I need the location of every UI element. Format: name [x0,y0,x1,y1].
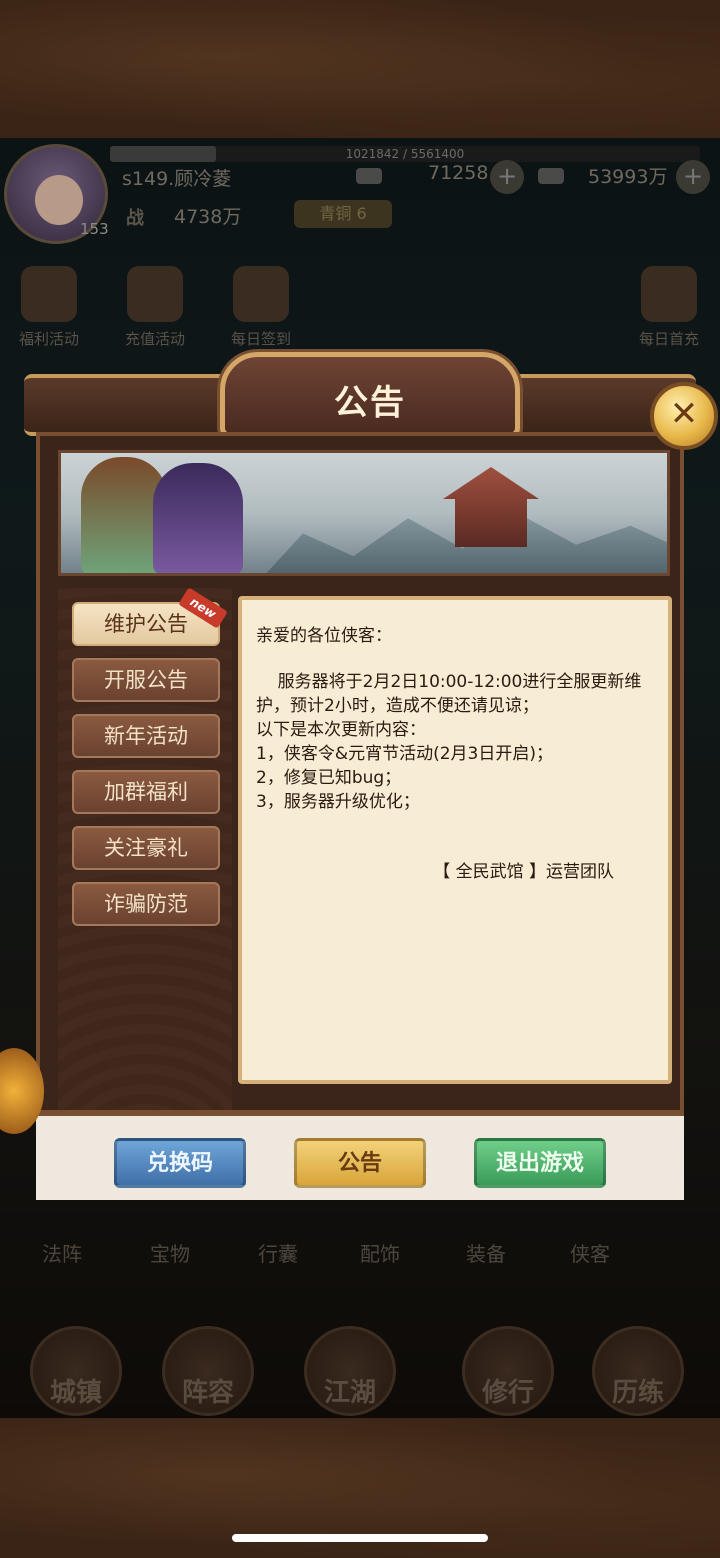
add-gold-button[interactable]: + [676,160,710,194]
home-indicator[interactable] [232,1534,488,1542]
welfare-icon [21,266,77,322]
tab-fraud-prevention[interactable]: 诈骗防范 [72,882,220,926]
game-screen: 153 1021842 / 5561400 s149.顾冷菱 71258 + 5… [0,0,720,1558]
signin-icon [233,266,289,322]
power-value: 4738万 [174,206,242,228]
dialog-body: 维护公告 new 开服公告 新年活动 加群福利 关注豪礼 诈骗防范 亲爱的各位侠… [36,432,684,1200]
avatar-face [35,175,83,225]
announcement-tabs: 维护公告 new 开服公告 新年活动 加群福利 关注豪礼 诈骗防范 [58,587,232,1184]
tab-new-year[interactable]: 新年活动 [72,714,220,758]
dialog-footer: 兑换码 公告 退出游戏 [36,1110,684,1200]
content-greeting: 亲爱的各位侠客： [256,626,392,646]
recharge-icon [127,266,183,322]
nav-cultivate[interactable]: 修行 [462,1326,554,1416]
tab-label: 加群福利 [104,780,188,804]
nav-town[interactable]: 城镇 [30,1326,122,1416]
nav-lineup[interactable]: 阵容 [162,1326,254,1416]
gold-amount: 53993万 [588,166,668,188]
player-name: s149.顾冷菱 [122,168,232,190]
close-icon: ✕ [669,394,699,434]
silver-ingot-icon [356,168,382,184]
tab-label: 新年活动 [104,724,188,748]
tab-equipment[interactable]: 装备 [466,1238,506,1267]
quick-label: 每日首充 [638,330,699,348]
quick-label: 每日签到 [230,330,291,348]
bottom-mini-tabs: 法阵 宝物 行囊 配饰 装备 侠客 [0,1232,720,1272]
gold-ingot-icon [538,168,564,184]
exp-text: 1021842 / 5561400 [345,147,465,161]
announcement-content: 亲爱的各位侠客： 服务器将于2月2日10:00-12:00进行全服更新维护，预计… [238,596,672,1084]
close-button[interactable]: ✕ [650,382,718,450]
power-icon: 战 [126,208,144,229]
dialog-title-plate: 公告 [220,352,520,438]
quick-label: 充值活动 [124,330,185,348]
announcement-dialog: 公告 ✕ 维护公告 new 开服公告 新年活动 加群福利 关注豪礼 诈骗防范 亲… [24,352,718,1224]
tab-follow-gift[interactable]: 关注豪礼 [72,826,220,870]
quick-signin[interactable]: 每日签到 [218,262,304,354]
redeem-code-button[interactable]: 兑换码 [114,1138,246,1188]
player-hud: 153 1021842 / 5561400 s149.顾冷菱 71258 + 5… [0,138,720,248]
tab-accessory[interactable]: 配饰 [360,1238,400,1267]
tab-formation[interactable]: 法阵 [42,1238,82,1267]
nav-label: 修行 [481,1378,534,1408]
tab-group-welfare[interactable]: 加群福利 [72,770,220,814]
tab-label: 诈骗防范 [104,892,188,916]
tab-bag[interactable]: 行囊 [258,1238,298,1267]
quick-welfare[interactable]: 福利活动 [6,262,92,354]
tab-maintenance[interactable]: 维护公告 new [72,587,228,646]
nav-trial[interactable]: 历练 [592,1326,684,1416]
nav-label: 江湖 [323,1378,376,1408]
quick-label: 福利活动 [18,330,79,348]
exp-bar: 1021842 / 5561400 [110,146,700,162]
first-recharge-icon [641,266,697,322]
quick-first-recharge[interactable]: 每日首充 [626,262,712,354]
tab-label: 维护公告 [104,612,188,636]
silver-amount: 71258 [428,162,489,184]
content-body: 服务器将于2月2日10:00-12:00进行全服更新维护，预计2小时，造成不便还… [256,672,642,812]
exit-game-button[interactable]: 退出游戏 [474,1138,606,1188]
tab-treasure[interactable]: 宝物 [150,1238,190,1267]
tab-label: 关注豪礼 [104,836,188,860]
nav-label: 历练 [611,1378,664,1408]
tab-label: 开服公告 [104,668,188,692]
decorative-frame-top [0,0,720,138]
dialog-title: 公告 [334,383,406,423]
bottom-nav: 城镇 阵容 江湖 修行 历练 [0,1318,720,1418]
rank-badge[interactable]: 青铜 6 [294,200,392,228]
tab-heroes[interactable]: 侠客 [570,1238,610,1267]
notice-button[interactable]: 公告 [294,1138,426,1188]
tab-server-open[interactable]: 开服公告 [72,658,220,702]
nav-label: 城镇 [49,1378,102,1408]
level-badge: 153 [80,220,109,238]
announcement-banner [58,450,670,576]
quick-recharge[interactable]: 充值活动 [112,262,198,354]
nav-jianghu[interactable]: 江湖 [304,1326,396,1416]
add-silver-button[interactable]: + [490,160,524,194]
nav-label: 阵容 [181,1378,234,1408]
content-signature: 【 全民武馆 】运营团队 [433,862,614,882]
quick-actions: 福利活动 充值活动 每日签到 每日首充 [0,262,720,354]
banner-character-masked [153,463,243,573]
